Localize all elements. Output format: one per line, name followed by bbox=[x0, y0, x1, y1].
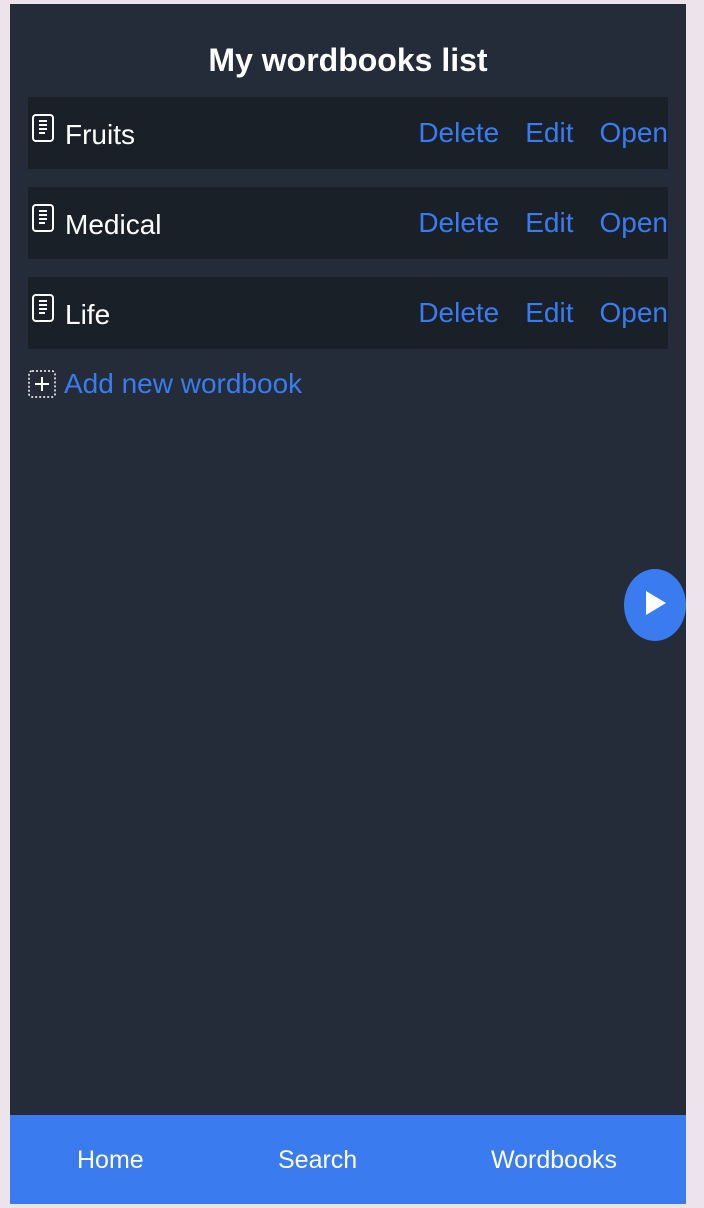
add-wordbook-button[interactable]: Add new wordbook bbox=[28, 368, 302, 400]
nav-item-wordbooks[interactable]: Wordbooks bbox=[491, 1146, 617, 1175]
play-icon bbox=[642, 589, 668, 622]
edit-button[interactable]: Edit bbox=[525, 207, 573, 239]
app-screen: My wordbooks list Fruits Delete Edit Ope… bbox=[10, 4, 686, 1204]
wordbook-name: Life bbox=[65, 299, 111, 330]
wordbook-name: Medical bbox=[65, 209, 162, 240]
delete-button[interactable]: Delete bbox=[418, 297, 499, 329]
page-title: My wordbooks list bbox=[208, 42, 488, 78]
wordbook-list: Fruits Delete Edit Open Medical Delete E… bbox=[28, 97, 668, 367]
wordbook-row-fruits: Fruits Delete Edit Open bbox=[28, 97, 668, 169]
add-wordbook-label: Add new wordbook bbox=[64, 368, 303, 399]
document-icon bbox=[31, 203, 55, 233]
wordbook-name: Fruits bbox=[65, 119, 135, 150]
delete-button[interactable]: Delete bbox=[418, 207, 499, 239]
wordbook-row-life: Life Delete Edit Open bbox=[28, 277, 668, 349]
wordbook-row-medical: Medical Delete Edit Open bbox=[28, 187, 668, 259]
open-button[interactable]: Open bbox=[600, 297, 669, 329]
open-button[interactable]: Open bbox=[600, 207, 669, 239]
document-icon bbox=[31, 293, 55, 323]
edit-button[interactable]: Edit bbox=[525, 117, 573, 149]
row-actions: Delete Edit Open bbox=[418, 117, 668, 149]
bottom-nav: Home Search Wordbooks bbox=[10, 1115, 686, 1204]
row-actions: Delete Edit Open bbox=[418, 297, 668, 329]
nav-item-search[interactable]: Search bbox=[278, 1146, 357, 1175]
nav-item-home[interactable]: Home bbox=[77, 1146, 144, 1175]
edit-button[interactable]: Edit bbox=[525, 297, 573, 329]
play-button[interactable] bbox=[624, 569, 686, 641]
delete-button[interactable]: Delete bbox=[418, 117, 499, 149]
document-icon bbox=[31, 113, 55, 143]
open-button[interactable]: Open bbox=[600, 117, 669, 149]
plus-box-icon bbox=[28, 370, 56, 398]
row-actions: Delete Edit Open bbox=[418, 207, 668, 239]
